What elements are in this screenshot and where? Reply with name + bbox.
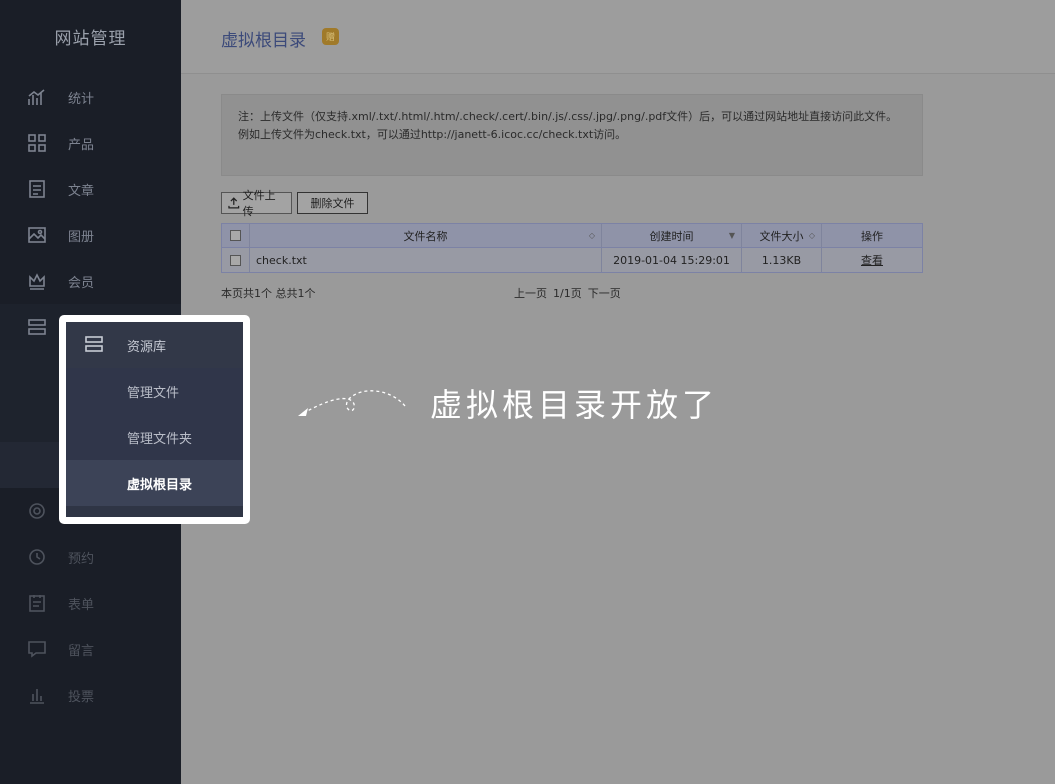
clock-icon	[26, 546, 48, 568]
table-row: check.txt 2019-01-04 15:29:01 1.13KB 查看	[222, 248, 922, 272]
table-header: 文件名称 ◇ 创建时间 ▼ 文件大小 ◇ 操作	[222, 224, 922, 248]
next-page-link[interactable]: 下一页	[588, 285, 621, 301]
resources-submenu: 资源库 管理文件 管理文件夹 虚拟根目录	[66, 322, 243, 517]
upload-label: 文件上传	[242, 189, 276, 218]
sort-icon: ◇	[808, 231, 815, 240]
server-icon	[26, 316, 48, 338]
row-checkbox[interactable]	[230, 254, 241, 266]
sidebar-item-stats[interactable]: 统计	[0, 74, 181, 120]
message-icon	[26, 638, 48, 660]
select-all-checkbox[interactable]	[230, 230, 241, 241]
pager-info: 本页共1个 总共1个	[221, 287, 316, 300]
submenu-item-virtual-root[interactable]: 虚拟根目录	[66, 460, 243, 506]
annotation-arrow-icon	[298, 390, 406, 416]
vote-icon	[26, 684, 48, 706]
submenu-item-manage-files[interactable]: 管理文件	[66, 368, 243, 414]
chart-icon	[26, 86, 48, 108]
sidebar-item-label: 文章	[68, 183, 95, 199]
pagination: 上一页 1/1页 下一页	[514, 285, 621, 301]
form-icon	[26, 592, 48, 614]
settings-icon	[26, 500, 48, 522]
page-indicator: 1/1页	[553, 287, 582, 300]
notice-line-1: 注：上传文件（仅支持.xml/.txt/.html/.htm/.check/.c…	[238, 110, 898, 123]
vip-badge-icon: 赠	[322, 28, 339, 45]
submenu-item-manage-folders[interactable]: 管理文件夹	[66, 414, 243, 460]
sidebar-item-label: 产品	[68, 137, 95, 153]
column-header-time[interactable]: 创建时间 ▼	[602, 224, 742, 247]
view-file-link[interactable]: 查看	[861, 252, 883, 268]
upload-file-button[interactable]: 文件上传	[221, 189, 292, 218]
sidebar-item-label: 统计	[68, 91, 95, 107]
file-name: check.txt	[250, 248, 602, 272]
submenu-head-label: 资源库	[127, 339, 167, 355]
delete-label: 删除文件	[310, 197, 355, 210]
sidebar-item-gallery[interactable]: 图册	[0, 212, 181, 258]
sidebar-item-label: 会员	[68, 275, 95, 291]
column-header-size[interactable]: 文件大小 ◇	[742, 224, 822, 247]
sidebar-item-products[interactable]: 产品	[0, 120, 181, 166]
sidebar-item-label: 投票	[68, 689, 95, 705]
sidebar-item-forms[interactable]: 表单	[0, 580, 181, 626]
sidebar-item-label: 预约	[68, 551, 95, 567]
highlight-popup: 资源库 管理文件 管理文件夹 虚拟根目录	[59, 315, 250, 524]
sidebar-title: 网站管理	[54, 29, 127, 49]
sort-desc-icon: ▼	[728, 231, 735, 240]
sidebar-item-label: 表单	[68, 597, 95, 613]
prev-page-link[interactable]: 上一页	[514, 285, 547, 301]
notice-line-2: 例如上传文件为check.txt，可以通过http://janett-6.ico…	[238, 128, 627, 141]
image-icon	[26, 224, 48, 246]
file-table: 文件名称 ◇ 创建时间 ▼ 文件大小 ◇ 操作 check.txt 2019-01-0…	[221, 223, 923, 273]
upload-icon	[228, 197, 240, 209]
submenu-head-resources[interactable]: 资源库	[66, 322, 243, 368]
page-title: 虚拟根目录	[221, 31, 306, 51]
sidebar-item-members[interactable]: 会员	[0, 258, 181, 304]
file-created-time: 2019-01-04 15:29:01	[602, 248, 742, 272]
crown-icon	[26, 270, 48, 292]
grid-icon	[26, 132, 48, 154]
article-icon	[26, 178, 48, 200]
file-size: 1.13KB	[742, 248, 822, 272]
main-header: 虚拟根目录 赠	[181, 0, 1055, 74]
sidebar-item-label: 图册	[68, 229, 95, 245]
column-header-name[interactable]: 文件名称 ◇	[250, 224, 602, 247]
annotation-text: 虚拟根目录开放了	[430, 386, 719, 424]
sidebar-item-messages[interactable]: 留言	[0, 626, 181, 672]
notice-box: 注：上传文件（仅支持.xml/.txt/.html/.htm/.check/.c…	[221, 94, 923, 176]
sidebar-item-articles[interactable]: 文章	[0, 166, 181, 212]
select-all-cell	[222, 224, 250, 247]
sidebar-item-booking[interactable]: 预约	[0, 534, 181, 580]
sidebar-item-label: 留言	[68, 643, 95, 659]
delete-file-button[interactable]: 删除文件	[297, 192, 368, 214]
server-icon	[84, 334, 106, 356]
sidebar-item-votes[interactable]: 投票	[0, 672, 181, 718]
sort-icon: ◇	[588, 231, 595, 240]
column-header-op: 操作	[861, 229, 883, 243]
